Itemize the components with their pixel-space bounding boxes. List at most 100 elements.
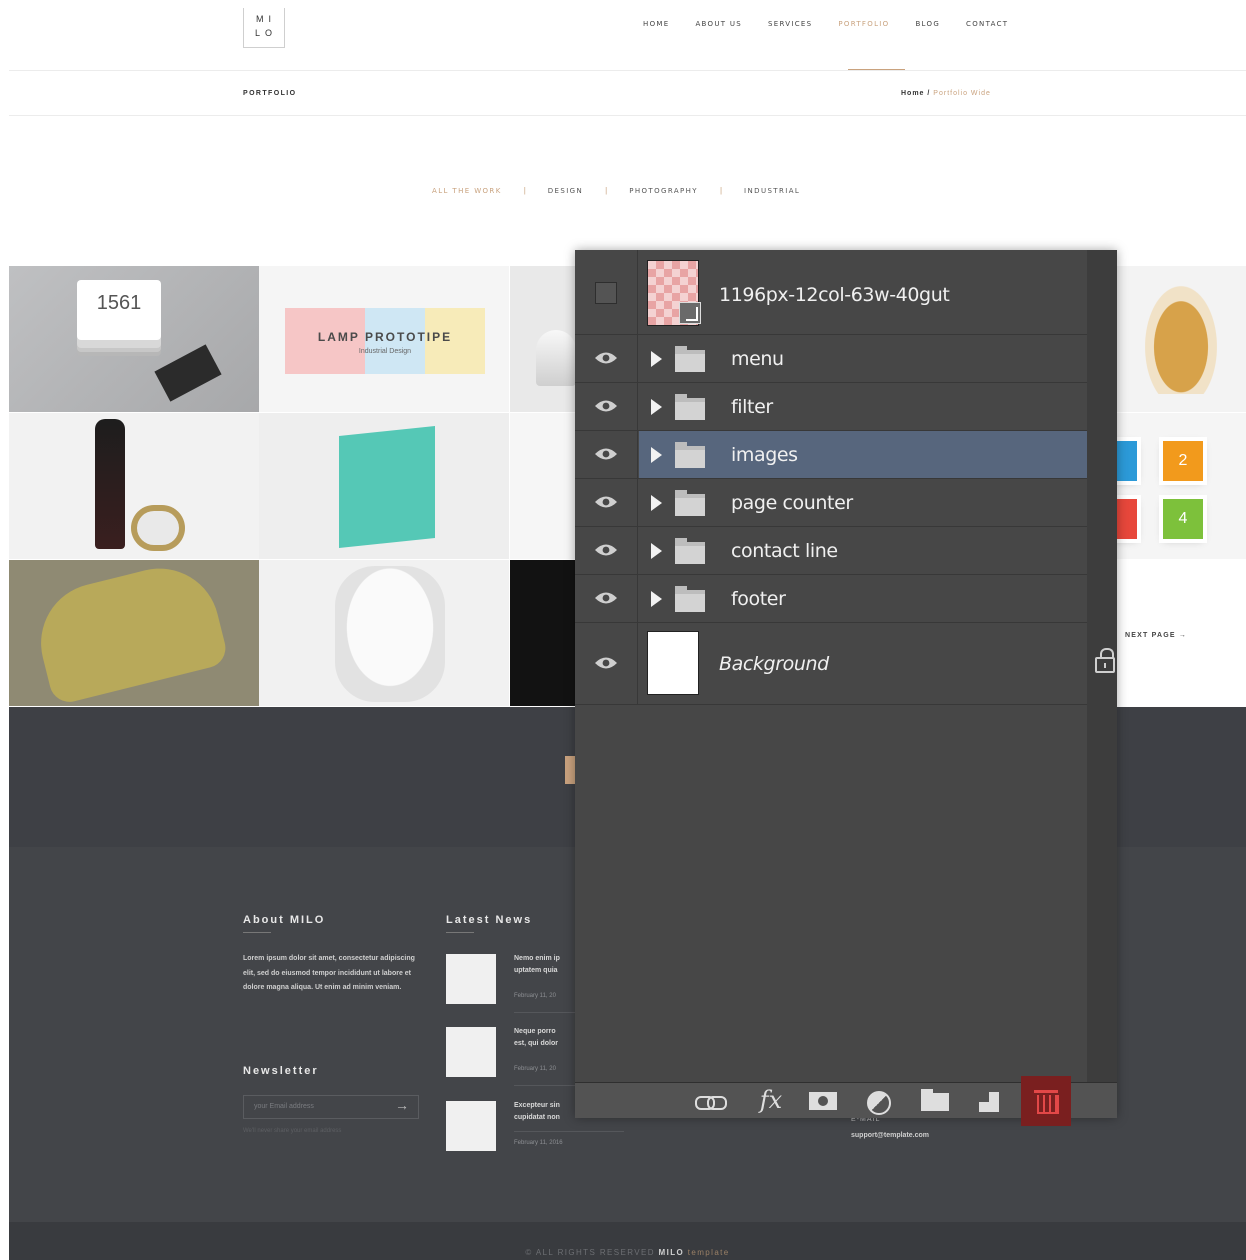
nav-about-us[interactable]: ABOUT US — [695, 20, 742, 28]
filter-photography[interactable]: PHOTOGRAPHY — [629, 187, 698, 195]
layer-name[interactable]: contact line — [731, 540, 838, 562]
layer-content[interactable]: footer — [639, 575, 1087, 622]
card-number: 1561 — [77, 280, 161, 340]
breadcrumb: Home / Portfolio Wide — [901, 90, 991, 97]
visibility-off-box[interactable] — [595, 282, 617, 304]
tube-image — [131, 505, 185, 551]
eye-icon[interactable] — [594, 543, 618, 557]
nav-home[interactable]: HOME — [643, 20, 669, 28]
layer-name[interactable]: 1196px-12col-63w-40gut — [719, 284, 950, 306]
orange-tile: 2 — [1163, 441, 1203, 481]
filter-industrial[interactable]: INDUSTRIAL — [744, 187, 800, 195]
eye-icon[interactable] — [594, 351, 618, 365]
next-page-link[interactable]: NEXT PAGE → — [1125, 632, 1187, 639]
visibility-toggle[interactable] — [575, 431, 638, 478]
expand-triangle-icon[interactable] — [651, 543, 662, 559]
filter-design[interactable]: DESIGN — [548, 187, 583, 195]
new-group-icon[interactable] — [921, 1089, 949, 1113]
layer-row-menu[interactable]: menu — [575, 335, 1087, 383]
arrow-right-icon[interactable]: → — [395, 1097, 409, 1113]
contact-button[interactable] — [565, 756, 575, 784]
breadcrumb-current: Portfolio Wide — [933, 90, 991, 97]
lock-icon[interactable] — [1095, 648, 1115, 673]
newsletter-email-input[interactable]: your Email address — [243, 1095, 419, 1119]
new-layer-icon[interactable] — [977, 1089, 1001, 1113]
expand-triangle-icon[interactable] — [651, 399, 662, 415]
layer-name[interactable]: images — [731, 444, 798, 466]
main-nav: HOME ABOUT US SERVICES PORTFOLIO BLOG CO… — [643, 20, 1008, 28]
layer-name[interactable]: filter — [731, 396, 773, 418]
nav-portfolio[interactable]: PORTFOLIO — [838, 20, 889, 28]
visibility-toggle[interactable] — [575, 575, 638, 622]
expand-triangle-icon[interactable] — [651, 351, 662, 367]
visibility-toggle[interactable] — [575, 479, 638, 526]
portfolio-item-teal-box[interactable] — [259, 413, 509, 559]
portfolio-item-lamp-prototipe[interactable]: LAMP PROTOTIPE Industrial Design — [259, 266, 509, 412]
eye-icon[interactable] — [594, 591, 618, 605]
layer-content[interactable]: filter — [639, 383, 1087, 430]
layer-row-contact-line[interactable]: contact line — [575, 527, 1087, 575]
lamp-title: LAMP PROTOTIPE — [317, 330, 453, 344]
trash-icon[interactable] — [1034, 1090, 1059, 1114]
nav-services[interactable]: SERVICES — [768, 20, 812, 28]
bottle-image — [95, 419, 125, 549]
copyright-prefix: © ALL RIGHTS RESERVED — [525, 1248, 655, 1257]
layer-content[interactable]: menu — [639, 335, 1087, 382]
visibility-toggle[interactable] — [575, 623, 638, 704]
visibility-toggle[interactable] — [575, 527, 638, 574]
layer-row-images[interactable]: images — [575, 431, 1087, 479]
eye-icon[interactable] — [594, 399, 618, 413]
portfolio-filter: ALL THE WORK | DESIGN | PHOTOGRAPHY | IN… — [432, 186, 800, 195]
layer-row-grid[interactable]: 1196px-12col-63w-40gut — [575, 250, 1087, 335]
email-address[interactable]: support@template.com — [851, 1132, 929, 1139]
nav-contact[interactable]: CONTACT — [966, 20, 1008, 28]
news-thumbnail[interactable] — [446, 1101, 496, 1151]
visibility-toggle[interactable] — [575, 335, 638, 382]
visibility-toggle[interactable] — [575, 250, 638, 334]
adjustment-layer-icon[interactable] — [865, 1089, 899, 1115]
layer-content[interactable]: Background — [639, 623, 1115, 704]
layer-name[interactable]: footer — [731, 588, 786, 610]
layer-name[interactable]: page counter — [731, 492, 853, 514]
portfolio-item-pillow-portrait[interactable] — [259, 560, 509, 706]
newsletter-note: We'll never share your email address — [243, 1128, 342, 1134]
layer-content[interactable]: images — [639, 431, 1087, 478]
news-thumbnail[interactable] — [446, 954, 496, 1004]
delete-layer-button[interactable] — [1021, 1076, 1071, 1126]
eye-icon[interactable] — [594, 656, 618, 670]
eye-icon[interactable] — [594, 447, 618, 461]
visibility-toggle[interactable] — [575, 383, 638, 430]
filter-all-the-work[interactable]: ALL THE WORK — [432, 187, 502, 195]
layer-content[interactable]: page counter — [639, 479, 1087, 526]
portfolio-item-honey-jar[interactable] — [1117, 266, 1246, 412]
layer-row-page-counter[interactable]: page counter — [575, 479, 1087, 527]
portfolio-item-wine-bottle[interactable] — [9, 413, 259, 559]
copyright-suffix: template — [687, 1248, 730, 1257]
link-layers-icon[interactable] — [695, 1089, 727, 1113]
portfolio-item-package[interactable] — [9, 560, 259, 706]
eye-icon[interactable] — [594, 495, 618, 509]
portfolio-item-number-tiles[interactable]: 2 4 — [1117, 413, 1246, 559]
breadcrumb-home[interactable]: Home — [901, 90, 924, 97]
layer-row-footer[interactable]: footer — [575, 575, 1087, 623]
add-mask-icon[interactable] — [809, 1089, 837, 1113]
expand-triangle-icon[interactable] — [651, 591, 662, 607]
site-logo[interactable]: MI LO — [243, 8, 285, 48]
expand-triangle-icon[interactable] — [651, 447, 662, 463]
layer-style-fx-icon[interactable]: fx — [751, 1088, 791, 1113]
layer-content[interactable]: 1196px-12col-63w-40gut — [639, 250, 1087, 334]
news-thumbnail[interactable] — [446, 1027, 496, 1077]
layer-name[interactable]: menu — [731, 348, 784, 370]
heading-underline — [446, 932, 474, 933]
news-title[interactable]: Nemo enim ip uptatem quia — [514, 953, 560, 977]
layer-row-background[interactable]: Background — [575, 623, 1115, 705]
nav-blog[interactable]: BLOG — [915, 20, 940, 28]
portfolio-item-business-card[interactable]: 1561 — [9, 266, 259, 412]
layer-name[interactable]: Background — [719, 653, 829, 675]
heading-underline — [243, 932, 271, 933]
news-title[interactable]: Neque porro est, qui dolor — [514, 1026, 558, 1050]
layer-content[interactable]: contact line — [639, 527, 1087, 574]
expand-triangle-icon[interactable] — [651, 495, 662, 511]
news-title[interactable]: Excepteur sin cupidatat non — [514, 1100, 560, 1124]
layer-row-filter[interactable]: filter — [575, 383, 1087, 431]
